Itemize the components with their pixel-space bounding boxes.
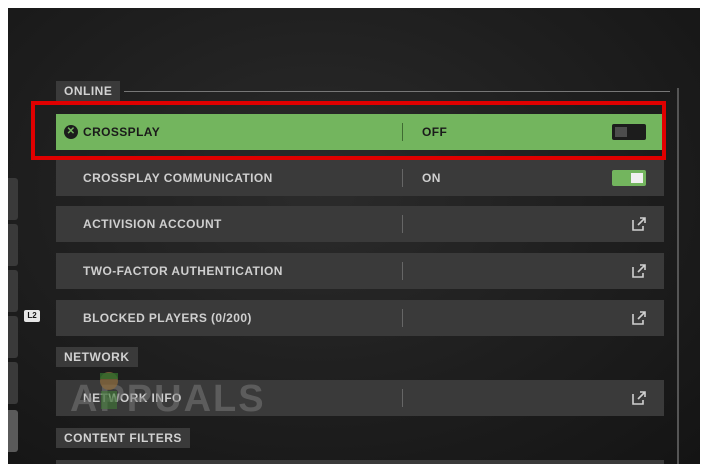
row-divider [402,309,403,327]
l2-button-hint: L2 [24,310,40,322]
setting-row-partial[interactable] [56,460,664,464]
section-divider [124,90,670,92]
row-divider [402,262,403,280]
row-divider [402,169,403,187]
side-nav-rail [8,178,18,464]
setting-label: BLOCKED PLAYERS (0/200) [83,311,252,325]
external-link-icon[interactable] [632,264,646,278]
setting-row-two-factor[interactable]: TWO-FACTOR AUTHENTICATION [56,253,664,289]
setting-label: ACTIVISION ACCOUNT [83,217,222,231]
setting-value: ON [422,171,441,185]
section-label: CONTENT FILTERS [56,428,190,448]
section-header-content-filters: CONTENT FILTERS [56,428,190,448]
toggle-knob [631,173,643,183]
side-nav-tab[interactable] [8,178,18,220]
game-settings-screen: L2 ONLINE ✕ CROSSPLAY OFF CROSSPLAY COMM… [8,8,700,464]
section-header-online: ONLINE [56,81,670,101]
side-nav-tab[interactable] [8,316,18,358]
setting-label: CROSSPLAY COMMUNICATION [83,171,273,185]
side-nav-tab[interactable] [8,270,18,312]
section-header-network: NETWORK [56,347,138,367]
setting-label: TWO-FACTOR AUTHENTICATION [83,264,283,278]
section-label: NETWORK [56,347,138,367]
setting-row-activision-account[interactable]: ACTIVISION ACCOUNT [56,206,664,242]
scrollbar[interactable] [677,88,679,464]
annotation-highlight-box [31,101,666,160]
setting-row-crossplay-communication[interactable]: CROSSPLAY COMMUNICATION ON [56,160,664,196]
external-link-icon[interactable] [632,391,646,405]
row-divider [402,215,403,233]
side-nav-tab-selected[interactable] [8,410,18,452]
setting-row-blocked-players[interactable]: BLOCKED PLAYERS (0/200) [56,300,664,336]
watermark-mascot-icon [100,372,118,409]
side-nav-tab[interactable] [8,362,18,404]
external-link-icon[interactable] [632,217,646,231]
crossplay-communication-toggle[interactable] [612,170,646,186]
section-label: ONLINE [56,81,121,101]
side-nav-tab[interactable] [8,224,18,266]
external-link-icon[interactable] [632,311,646,325]
row-divider [402,389,403,407]
